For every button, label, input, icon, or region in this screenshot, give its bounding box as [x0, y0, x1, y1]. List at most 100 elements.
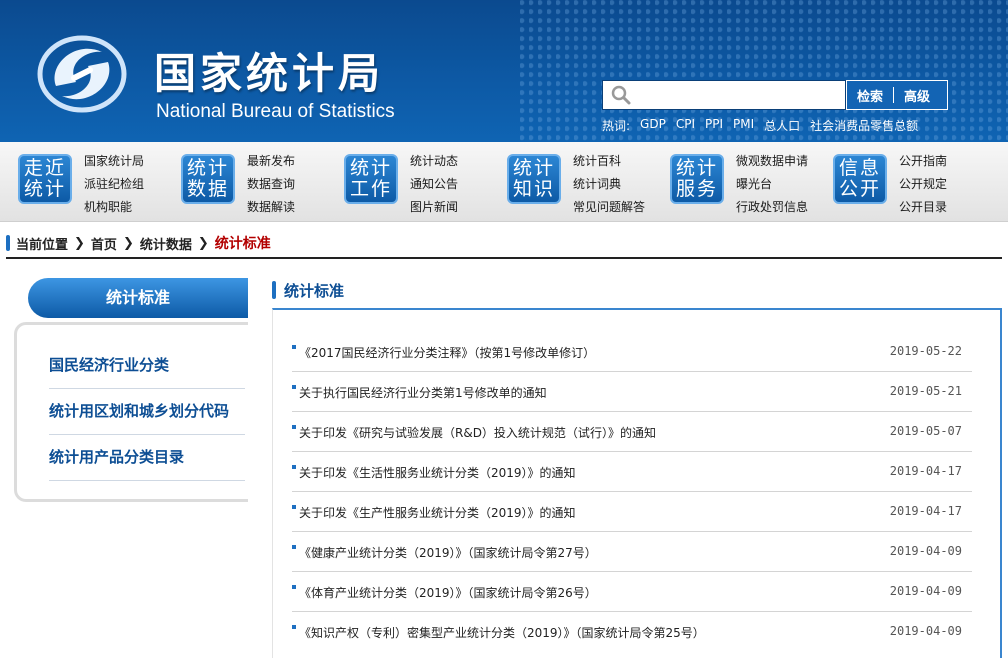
article-date: 2019-04-09 [889, 624, 962, 638]
nav-link[interactable]: 公开规定 [899, 173, 947, 196]
hotword-link[interactable]: PPI [705, 117, 723, 134]
list-item[interactable]: 《知识产权（专利）密集型产业统计分类（2019）》（国家统计局令第25号） 20… [292, 612, 972, 652]
nav-group-work: 统计 工作 统计动态 通知公告 图片新闻 [344, 150, 458, 216]
list-item[interactable]: 关于印发《生活性服务业统计分类（2019）》的通知 2019-04-17 [292, 452, 972, 492]
sidebar-menu: 国民经济行业分类 统计用区划和城乡划分代码 统计用产品分类目录 [14, 322, 248, 502]
badge-line: 工作 [349, 178, 392, 200]
badge-line: 统计 [23, 178, 66, 200]
article-link[interactable]: 关于印发《生产性服务业统计分类（2019）》的通知 [299, 504, 576, 521]
sidebar-item-industry-classification[interactable]: 国民经济行业分类 [49, 343, 245, 389]
bullet-icon [292, 585, 296, 589]
nav-link[interactable]: 公开指南 [899, 150, 947, 173]
nav-group-disclosure: 信息 公开 公开指南 公开规定 公开目录 [833, 150, 947, 216]
breadcrumb-data[interactable]: 统计数据 [140, 234, 192, 253]
breadcrumb-marker [6, 235, 10, 251]
nav-group-about: 走近 统计 国家统计局 派驻纪检组 机构职能 [18, 150, 144, 216]
breadcrumb-divider [6, 257, 1002, 259]
bullet-icon [292, 345, 296, 349]
article-date: 2019-05-07 [889, 424, 962, 438]
list-item[interactable]: 《2017国民经济行业分类注释》（按第1号修改单修订） 2019-05-22 [292, 332, 972, 372]
hotwords-bar: 热词: GDP CPI PPI PMI 总人口 社会消费品零售总额 [602, 117, 918, 134]
article-link[interactable]: 《健康产业统计分类（2019）》（国家统计局令第27号） [299, 544, 597, 561]
nav-link[interactable]: 派驻纪检组 [84, 173, 144, 196]
list-item[interactable]: 《健康产业统计分类（2019）》（国家统计局令第27号） 2019-04-09 [292, 532, 972, 572]
article-link[interactable]: 《2017国民经济行业分类注释》（按第1号修改单修订） [299, 344, 595, 361]
badge-line: 统计 [675, 157, 718, 179]
nav-link[interactable]: 微观数据申请 [736, 150, 808, 173]
main-nav: 走近 统计 国家统计局 派驻纪检组 机构职能 统计 数据 最新发布 数据查询 数据解… [0, 142, 1008, 222]
list-item[interactable]: 关于印发《生产性服务业统计分类（2019）》的通知 2019-04-17 [292, 492, 972, 532]
nav-link[interactable]: 国家统计局 [84, 150, 144, 173]
hotword-link[interactable]: PMI [733, 117, 754, 134]
badge-line: 数据 [186, 178, 229, 200]
bullet-icon [292, 465, 296, 469]
main-section-title: 统计标准 [272, 278, 344, 302]
sidebar-item-product-catalog[interactable]: 统计用产品分类目录 [49, 435, 245, 481]
article-link[interactable]: 关于印发《研究与试验发展（R&D）投入统计规范（试行）》的通知 [299, 424, 656, 441]
nav-link[interactable]: 通知公告 [410, 173, 458, 196]
hotword-link[interactable]: 社会消费品零售总额 [810, 117, 918, 134]
article-link[interactable]: 《知识产权（专利）密集型产业统计分类（2019）》（国家统计局令第25号） [299, 624, 705, 641]
article-date: 2019-05-21 [889, 384, 962, 398]
nav-link[interactable]: 统计词典 [573, 173, 645, 196]
hotword-link[interactable]: CPI [676, 117, 695, 134]
nav-link[interactable]: 数据解读 [247, 196, 295, 219]
chevron-right-icon: ❯ [74, 235, 85, 251]
article-date: 2019-04-09 [889, 544, 962, 558]
article-date: 2019-04-09 [889, 584, 962, 598]
nav-link[interactable]: 图片新闻 [410, 196, 458, 219]
nav-badge-work[interactable]: 统计 工作 [344, 154, 398, 204]
search-input[interactable] [637, 84, 841, 106]
nav-link[interactable]: 数据查询 [247, 173, 295, 196]
nav-group-data: 统计 数据 最新发布 数据查询 数据解读 [181, 150, 295, 216]
sidebar-item-division-codes[interactable]: 统计用区划和城乡划分代码 [49, 389, 245, 435]
article-link[interactable]: 关于印发《生活性服务业统计分类（2019）》的通知 [299, 464, 576, 481]
nav-link[interactable]: 机构职能 [84, 196, 144, 219]
bullet-icon [292, 425, 296, 429]
site-header: 国家统计局 National Bureau of Statistics 检索 高… [0, 0, 1008, 142]
list-item[interactable]: 《体育产业统计分类（2019）》（国家统计局令第26号） 2019-04-09 [292, 572, 972, 612]
hotword-link[interactable]: 总人口 [764, 117, 800, 134]
breadcrumb-home[interactable]: 首页 [91, 234, 117, 253]
search-box [602, 80, 846, 110]
nav-group-service: 统计 服务 微观数据申请 曝光台 行政处罚信息 [670, 150, 808, 216]
list-item[interactable]: 关于印发《研究与试验发展（R&D）投入统计规范（试行）》的通知 2019-05-… [292, 412, 972, 452]
nav-link[interactable]: 最新发布 [247, 150, 295, 173]
nav-badge-disclosure[interactable]: 信息 公开 [833, 154, 887, 204]
nav-link[interactable]: 行政处罚信息 [736, 196, 808, 219]
article-date: 2019-05-22 [889, 344, 962, 358]
chevron-right-icon: ❯ [122, 235, 134, 251]
logo-title-en[interactable]: National Bureau of Statistics [156, 101, 395, 123]
nav-link[interactable]: 统计动态 [410, 150, 458, 173]
bullet-icon [292, 625, 296, 629]
advanced-search-button[interactable]: 高级 [894, 86, 940, 105]
main-title-text: 统计标准 [284, 281, 345, 300]
breadcrumb-current[interactable]: 统计标准 [215, 233, 271, 253]
badge-line: 统计 [349, 157, 392, 179]
nav-group-knowledge: 统计 知识 统计百科 统计词典 常见问题解答 [507, 150, 645, 216]
nav-badge-data[interactable]: 统计 数据 [181, 154, 235, 204]
nav-badge-service[interactable]: 统计 服务 [670, 154, 724, 204]
badge-line: 统计 [512, 157, 555, 179]
nav-link[interactable]: 统计百科 [573, 150, 645, 173]
hotword-link[interactable]: GDP [640, 117, 666, 134]
nav-link[interactable]: 公开目录 [899, 196, 947, 219]
logo-title-cn[interactable]: 国家统计局 [154, 40, 384, 101]
search-buttons: 检索 高级 [846, 80, 948, 110]
title-marker [272, 281, 276, 299]
list-item[interactable]: 关于执行国民经济行业分类第1号修改单的通知 2019-05-21 [292, 372, 972, 412]
nav-link[interactable]: 曝光台 [736, 173, 808, 196]
search-icon [611, 85, 631, 105]
nbs-logo-icon[interactable] [36, 34, 128, 114]
bullet-icon [292, 545, 296, 549]
nav-badge-about[interactable]: 走近 统计 [18, 154, 72, 204]
nav-link[interactable]: 常见问题解答 [573, 196, 645, 219]
article-link[interactable]: 关于执行国民经济行业分类第1号修改单的通知 [299, 384, 547, 401]
bullet-icon [292, 385, 296, 389]
chevron-right-icon: ❯ [197, 235, 209, 251]
nav-badge-knowledge[interactable]: 统计 知识 [507, 154, 561, 204]
article-link[interactable]: 《体育产业统计分类（2019）》（国家统计局令第26号） [299, 584, 597, 601]
badge-line: 走近 [23, 157, 66, 179]
badge-line: 信息 [838, 157, 881, 179]
search-button[interactable]: 检索 [847, 86, 893, 105]
